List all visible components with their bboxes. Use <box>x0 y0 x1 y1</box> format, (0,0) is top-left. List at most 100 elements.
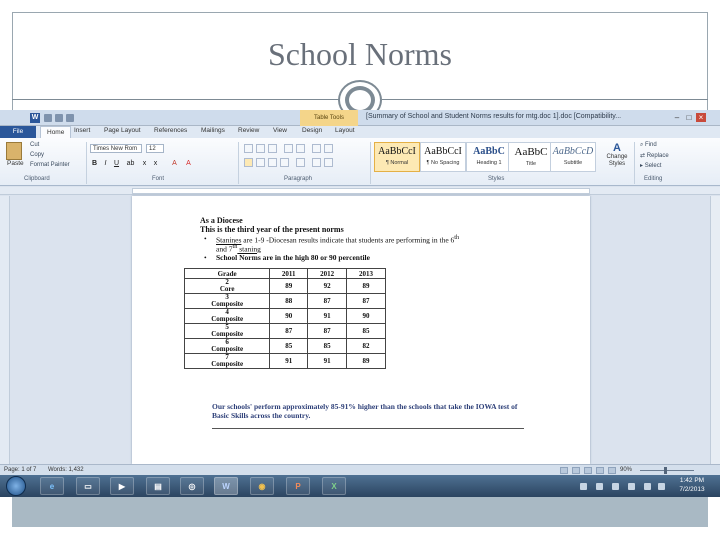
excel-icon[interactable]: X <box>322 477 346 495</box>
change-styles-button[interactable]: A Change Styles <box>604 142 630 168</box>
tray-volume-icon[interactable] <box>628 483 635 490</box>
tab-home[interactable]: Home <box>40 126 72 138</box>
cell-2012: 87 <box>307 293 348 309</box>
numbering-icon[interactable] <box>256 144 265 153</box>
show-marks-icon[interactable] <box>324 144 333 153</box>
tab-review[interactable]: Review <box>238 127 259 134</box>
tab-view[interactable]: View <box>273 127 287 134</box>
bullets-icon[interactable] <box>244 144 253 153</box>
bold-button[interactable]: B <box>90 159 99 168</box>
clock-date[interactable]: 7/2/2013 <box>672 486 712 493</box>
underline-button[interactable]: U <box>112 159 121 168</box>
powerpoint-icon[interactable]: P <box>286 477 310 495</box>
grade-cell: 6 Composite <box>183 338 271 354</box>
outline-view-icon[interactable] <box>596 467 604 474</box>
tray-network-icon[interactable] <box>596 483 603 490</box>
tab-file[interactable]: File <box>0 126 36 138</box>
save-icon[interactable] <box>44 114 52 122</box>
style-normal[interactable]: AaBbCcI ¶ Normal <box>374 142 420 172</box>
zoom-level[interactable]: 90% <box>620 467 632 473</box>
zoom-slider[interactable] <box>640 470 694 471</box>
clock-time[interactable]: 1:42 PM <box>672 477 712 484</box>
draft-view-icon[interactable] <box>608 467 616 474</box>
chrome-icon[interactable]: ◉ <box>250 477 274 495</box>
doc-heading: As a Diocese <box>200 216 243 225</box>
style-no-spacing[interactable]: AaBbCcI ¶ No Spacing <box>420 142 466 172</box>
font-color-icon[interactable]: A <box>184 159 193 168</box>
cut-button[interactable]: Cut <box>30 142 39 148</box>
style-subtitle[interactable]: AaBbCcD Subtitle <box>550 142 596 172</box>
print-layout-view-icon[interactable] <box>560 467 568 474</box>
web-layout-view-icon[interactable] <box>584 467 592 474</box>
start-button[interactable] <box>6 476 26 496</box>
file-explorer-icon[interactable]: ▭ <box>76 477 100 495</box>
shading-icon[interactable] <box>312 158 321 167</box>
justify-icon[interactable] <box>280 158 289 167</box>
network-icon[interactable]: ◎ <box>180 477 204 495</box>
sort-icon[interactable] <box>312 144 321 153</box>
redo-icon[interactable] <box>66 114 74 122</box>
strikethrough-button[interactable]: ab <box>126 159 135 168</box>
paste-icon[interactable] <box>6 142 22 160</box>
replace-button[interactable]: ⇄ Replace <box>640 152 669 159</box>
vertical-scrollbar[interactable] <box>710 196 720 464</box>
style-title[interactable]: AaBbC Title <box>508 142 554 172</box>
cell-2013: 82 <box>346 338 386 354</box>
grade-label: Composite <box>211 315 244 323</box>
line-spacing-icon[interactable] <box>296 158 305 167</box>
style-name: Subtitle <box>563 160 583 166</box>
close-button[interactable]: × <box>696 113 706 122</box>
word-count[interactable]: Words: 1,432 <box>48 467 84 473</box>
folder-icon[interactable]: ▤ <box>146 477 170 495</box>
internet-explorer-icon[interactable]: e <box>40 477 64 495</box>
align-left-icon[interactable] <box>244 158 253 167</box>
tray-app-icon[interactable] <box>644 483 651 490</box>
doc-subheading: This is the third year of the present no… <box>200 225 344 234</box>
word-app-icon[interactable]: W <box>30 113 40 123</box>
copy-button[interactable]: Copy <box>30 152 44 158</box>
document-page[interactable]: As a Diocese This is the third year of t… <box>132 196 590 464</box>
horizontal-ruler[interactable] <box>0 187 720 195</box>
multilevel-list-icon[interactable] <box>268 144 277 153</box>
tray-battery-icon[interactable] <box>658 483 665 490</box>
format-painter-button[interactable]: Format Painter <box>30 162 70 168</box>
increase-indent-icon[interactable] <box>296 144 305 153</box>
vertical-ruler[interactable] <box>0 196 10 464</box>
font-size-box[interactable]: 12 <box>146 144 164 153</box>
style-heading-1[interactable]: AaBbC Heading 1 <box>466 142 512 172</box>
style-name: ¶ No Spacing <box>426 160 460 166</box>
decrease-indent-icon[interactable] <box>284 144 293 153</box>
align-center-icon[interactable] <box>256 158 265 167</box>
paste-button-label[interactable]: Paste <box>7 160 24 167</box>
ribbon-tabs: File Home Insert Page Layout References … <box>0 126 720 138</box>
tray-flag-icon[interactable] <box>612 483 619 490</box>
subscript-button[interactable]: x <box>140 159 149 168</box>
borders-icon[interactable] <box>324 158 333 167</box>
find-button[interactable]: ⌕ Find <box>640 142 657 149</box>
font-name-box[interactable]: Times New Rom <box>90 144 142 153</box>
style-sample: AaBbCcI <box>378 146 416 157</box>
italic-button[interactable]: I <box>101 159 110 168</box>
tab-layout[interactable]: Layout <box>335 127 355 134</box>
slide-frame-top <box>12 12 708 13</box>
text-highlight-icon[interactable]: A <box>170 159 179 168</box>
tab-mailings[interactable]: Mailings <box>201 127 225 134</box>
full-screen-view-icon[interactable] <box>572 467 580 474</box>
media-player-icon[interactable]: ▶ <box>110 477 134 495</box>
undo-icon[interactable] <box>55 114 63 122</box>
minimize-button[interactable]: – <box>672 113 682 122</box>
style-sample: AaBbCcD <box>552 146 594 157</box>
style-sample: AaBbC <box>514 146 548 158</box>
tab-page-layout[interactable]: Page Layout <box>104 127 141 134</box>
superscript-button[interactable]: x <box>151 159 160 168</box>
word-taskbar-icon[interactable]: W <box>214 477 238 495</box>
maximize-button[interactable]: □ <box>684 113 694 122</box>
tab-design[interactable]: Design <box>302 127 322 134</box>
zoom-slider-thumb[interactable] <box>664 467 667 474</box>
align-right-icon[interactable] <box>268 158 277 167</box>
select-button[interactable]: ▸ Select <box>640 162 661 169</box>
tab-references[interactable]: References <box>154 127 187 134</box>
page-count[interactable]: Page: 1 of 7 <box>4 467 36 473</box>
tray-arrow-icon[interactable] <box>580 483 587 490</box>
tab-insert[interactable]: Insert <box>74 127 90 134</box>
